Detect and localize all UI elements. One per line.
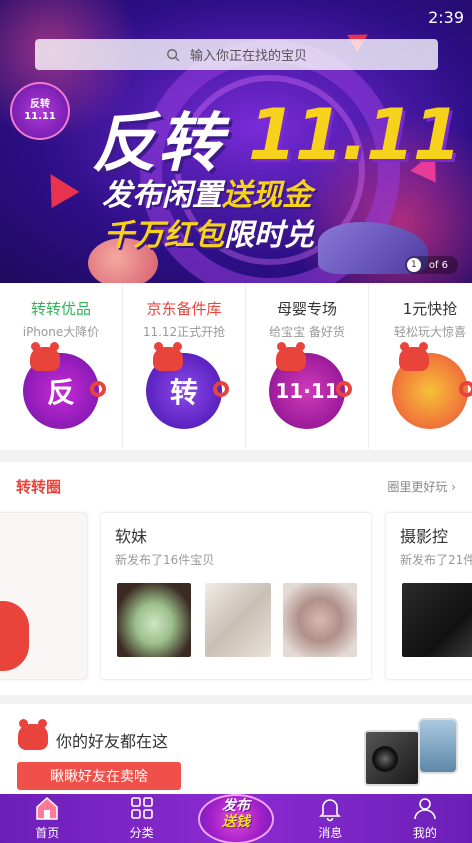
nav-home[interactable]: 首页 [0, 794, 94, 843]
promo-title: 母婴专场 [276, 300, 337, 318]
bear-mascot-icon [399, 342, 429, 371]
circle-title: 转转圈 [16, 477, 62, 496]
publish-label: 发布 送钱 [210, 798, 262, 830]
grid-icon [130, 797, 153, 819]
promo-item-youpin[interactable]: 转转优品 iPhone大降价 反 [0, 283, 123, 450]
promo-banner[interactable]: 2:39 输入你正在找的宝贝 反转 11.11 反转 11.11 发布闲置送现金… [0, 0, 472, 283]
promo-title: 京东备件库 [146, 300, 222, 318]
triangle-decoration [36, 166, 80, 208]
event-badge: 反转 11.11 [10, 82, 70, 140]
windup-key-icon [459, 381, 472, 397]
nav-label: 我的 [412, 826, 437, 840]
promo-subtitle: 轻松玩大惊喜 [393, 325, 466, 339]
circle-card-name: 软妹 [115, 527, 148, 546]
nav-category[interactable]: 分类 [94, 794, 188, 843]
backpack-image [418, 718, 458, 774]
bear-mascot-icon [153, 342, 183, 371]
circle-cards: 软妹 新发布了16件宝贝 摄影控 新发布了21件 [0, 512, 472, 680]
circle-header: 转转圈 圈里更好玩 › [0, 462, 472, 510]
paw-icon [0, 601, 29, 671]
status-time: 2:39 [428, 8, 464, 27]
bear-mascot-icon [276, 342, 306, 371]
item-thumbnail[interactable] [402, 583, 472, 657]
nav-label: 首页 [35, 826, 60, 840]
promo-subtitle: 给宝宝 备好货 [269, 325, 345, 339]
search-icon [167, 48, 180, 61]
promo-art-text: 反 [46, 376, 75, 409]
circle-card-desc: 新发布了16件宝贝 [115, 553, 215, 567]
windup-key-icon [213, 381, 229, 397]
windup-key-icon [90, 381, 106, 397]
pager-current: 1 [406, 258, 421, 272]
circle-more-link[interactable]: 圈里更好玩 › [387, 478, 456, 495]
pager-total: of 6 [428, 259, 448, 271]
banner-subline-2: 千万红包限时兑 [104, 210, 314, 254]
search-placeholder: 输入你正在找的宝贝 [189, 49, 307, 64]
subline1-highlight: 送现金 [222, 178, 312, 213]
promo-title: 转转优品 [30, 300, 91, 318]
promo-title: 1元快抢 [402, 300, 458, 318]
bell-icon [319, 799, 342, 822]
nav-label: 消息 [318, 826, 343, 840]
promo-item-one-yuan[interactable]: 1元快抢 轻松玩大惊喜 [369, 283, 472, 450]
zhuanzhuan-circle-section: 转转圈 圈里更好玩 › 软妹 新发布了16件宝贝 摄影控 新发布了21件 [0, 462, 472, 695]
camera-image [364, 730, 420, 786]
promo-art-text: 11·11 [275, 379, 339, 403]
circle-card[interactable]: 软妹 新发布了16件宝贝 [100, 512, 372, 680]
bear-mascot-icon [30, 342, 60, 371]
circle-card-desc: 新发布了21件 [400, 553, 472, 567]
circle-card-name: 摄影控 [400, 527, 449, 546]
item-thumbnail[interactable] [283, 583, 357, 657]
publish-label-2: 送钱 [222, 814, 250, 830]
circle-more-label: 圈里更好玩 [387, 479, 448, 494]
promo-subtitle: iPhone大降价 [22, 325, 100, 339]
nav-messages[interactable]: 消息 [283, 794, 377, 843]
user-icon [414, 798, 436, 820]
banner-pager: 1 of 6 [404, 256, 458, 274]
promo-strip: 转转优品 iPhone大降价 反 京东备件库 11.12正式开抢 转 母婴专场 … [0, 283, 472, 450]
home-icon [36, 796, 58, 820]
search-input[interactable]: 输入你正在找的宝贝 [35, 39, 438, 70]
promo-item-baby[interactable]: 母婴专场 给宝宝 备好货 11·11 [246, 283, 369, 450]
promo-subtitle: 11.12正式开抢 [142, 325, 226, 339]
subline2-highlight: 千万红包 [104, 218, 224, 253]
badge-line2: 11.11 [24, 111, 56, 122]
banner-subline-1: 发布闲置送现金 [102, 170, 312, 214]
subline1-text: 发布闲置 [102, 178, 222, 213]
chevron-right-icon: › [451, 479, 456, 494]
publish-button[interactable]: 发布 送钱 [196, 780, 276, 843]
item-thumbnail[interactable] [117, 583, 191, 657]
nav-label: 分类 [129, 826, 154, 840]
view-friends-button[interactable]: 瞅瞅好友在卖啥 [17, 762, 181, 790]
promo-art-text: 转 [169, 376, 198, 409]
badge-line1: 反转 [30, 99, 50, 110]
windup-key-icon [336, 381, 352, 397]
banner-headline-number: 11.11 [248, 94, 461, 176]
item-thumbnail[interactable] [205, 583, 271, 657]
publish-label-1: 发布 [222, 798, 250, 814]
friends-title: 你的好友都在这 [56, 732, 169, 751]
bear-mascot-icon [18, 719, 48, 750]
circle-card-partial[interactable] [0, 512, 88, 680]
nav-me[interactable]: 我的 [378, 794, 472, 843]
promo-item-jd[interactable]: 京东备件库 11.12正式开抢 转 [123, 283, 246, 450]
circle-card[interactable]: 摄影控 新发布了21件 [385, 512, 472, 680]
subline2-text: 限时兑 [224, 218, 314, 253]
